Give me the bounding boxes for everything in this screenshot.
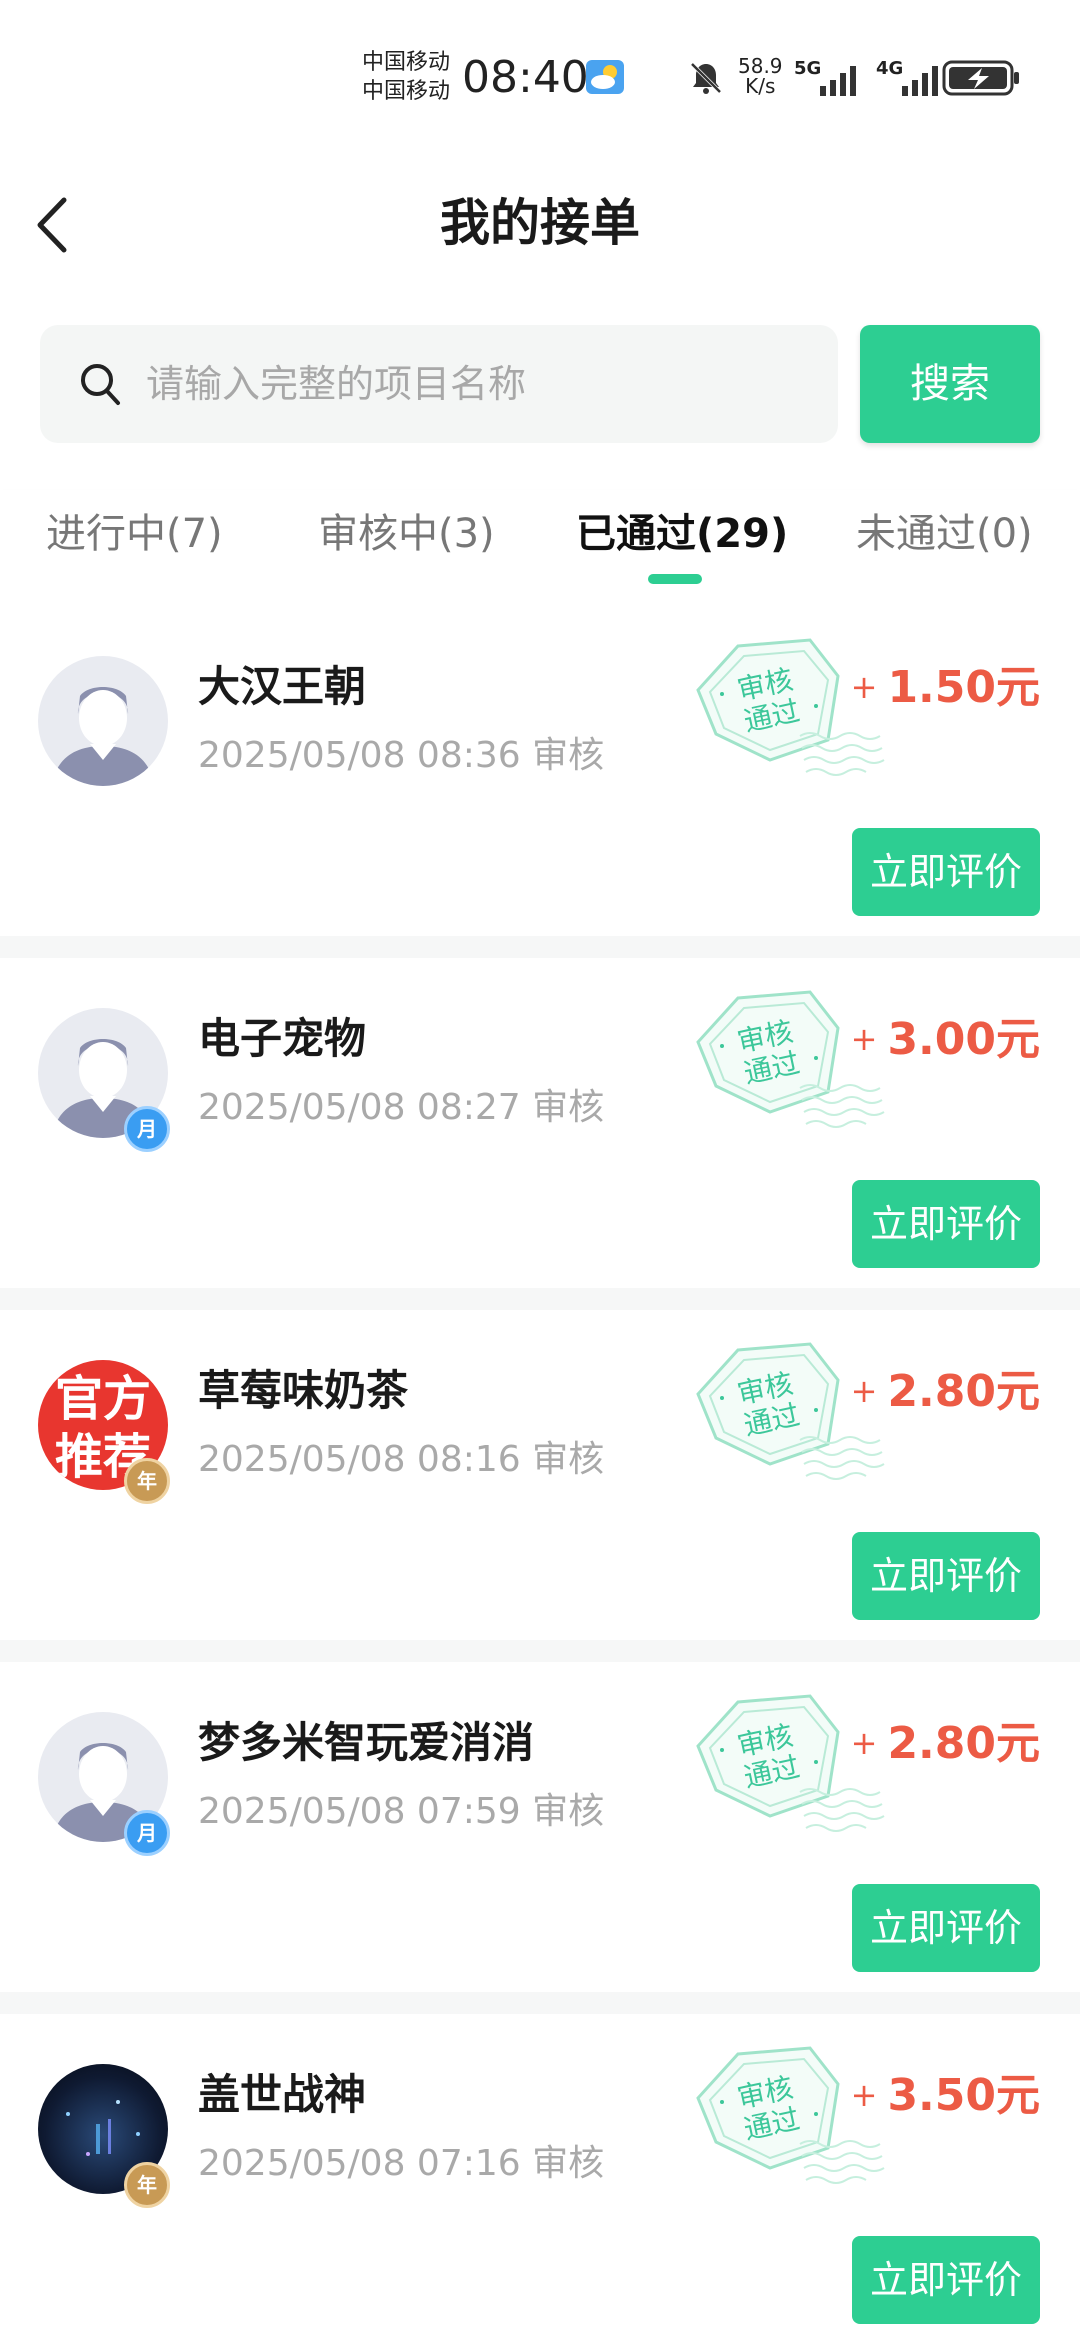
order-amount: +3.50元: [850, 2070, 1040, 2121]
carrier-2: 中国移动: [362, 79, 451, 104]
order-name: 草莓味奶茶: [198, 1366, 409, 1415]
order-amount: +2.80元: [850, 1718, 1040, 1769]
rate-now-button[interactable]: 立即评价: [852, 828, 1040, 916]
divider: [0, 1992, 1080, 2014]
page-title: 我的接单: [440, 194, 640, 252]
member-badge-icon: 月: [124, 1106, 170, 1152]
list-item[interactable]: 大汉王朝 2025/05/08 08:36 审核 审核 通过 +1.50元 立即…: [0, 606, 1080, 936]
tab-rejected[interactable]: 未通过(0): [856, 504, 1033, 564]
search-input[interactable]: 请输入完整的项目名称: [40, 325, 838, 443]
tab-bar: 进行中(7) 审核中(3) 已通过(29) 未通过(0): [0, 490, 1080, 607]
bell-off-icon: [690, 62, 722, 94]
list-item[interactable]: 官方 推荐 年 草莓味奶茶 2025/05/08 08:16 审核 审核 通过 …: [0, 1310, 1080, 1640]
signal-icon: [820, 66, 856, 96]
member-badge-icon: 月: [124, 1810, 170, 1856]
rate-now-button[interactable]: 立即评价: [852, 1884, 1040, 1972]
net-speed-value: 58.9: [738, 54, 783, 78]
divider: [0, 936, 1080, 958]
status-time: 08:40: [462, 52, 589, 103]
order-time: 2025/05/08 07:16 审核: [198, 2143, 605, 2184]
order-name: 电子宠物: [198, 1014, 367, 1063]
list-item[interactable]: 月 梦多米智玩爱消消 2025/05/08 07:59 审核 审核 通过 +2.…: [0, 1662, 1080, 1992]
tab-active-indicator: [648, 574, 702, 584]
order-time: 2025/05/08 08:16 审核: [198, 1439, 605, 1480]
search-icon: [81, 364, 120, 405]
order-amount: +3.00元: [850, 1014, 1040, 1065]
battery-charging-icon: [942, 60, 1019, 96]
rate-now-button[interactable]: 立即评价: [852, 1532, 1040, 1620]
tab-approved[interactable]: 已通过(29): [576, 504, 788, 564]
default-avatar-icon: [38, 656, 168, 786]
tab-in-progress[interactable]: 进行中(7): [46, 504, 223, 564]
order-amount: +2.80元: [850, 1366, 1040, 1417]
member-badge-icon: 年: [124, 2162, 170, 2208]
tab-reviewing[interactable]: 审核中(3): [318, 504, 495, 564]
signal-icon: [902, 66, 938, 96]
net-speed: 58.9 K/s: [738, 56, 783, 96]
rate-now-button[interactable]: 立即评价: [852, 1180, 1040, 1268]
order-name: 梦多米智玩爱消消: [198, 1718, 535, 1767]
order-name: 盖世战神: [198, 2070, 367, 2119]
order-amount: +1.50元: [850, 662, 1040, 713]
search-placeholder: 请输入完整的项目名称: [146, 362, 527, 406]
carrier-labels: 中国移动 中国移动: [362, 48, 450, 106]
rate-now-button[interactable]: 立即评价: [852, 2236, 1040, 2324]
order-name: 大汉王朝: [198, 662, 367, 711]
list-item[interactable]: 年 盖世战神 2025/05/08 07:16 审核 审核 通过 +3.50元 …: [0, 2014, 1080, 2344]
divider: [0, 1288, 1080, 1310]
order-time: 2025/05/08 07:59 审核: [198, 1791, 605, 1832]
avatar: [38, 656, 168, 786]
member-badge-icon: 年: [124, 1458, 170, 1504]
divider: [0, 1640, 1080, 1662]
status-bar: 中国移动 中国移动 08:40 58.9 K/s 5G 4G: [0, 0, 1080, 150]
order-time: 2025/05/08 08:27 审核: [198, 1087, 605, 1128]
search-button[interactable]: 搜索: [860, 325, 1040, 443]
carrier-1: 中国移动: [362, 50, 451, 75]
net-speed-unit: K/s: [745, 74, 776, 98]
order-time: 2025/05/08 08:36 审核: [198, 735, 605, 776]
list-item[interactable]: 月 电子宠物 2025/05/08 08:27 审核 审核 通过 +3.00元 …: [0, 958, 1080, 1288]
weather-cloud-sun-icon: [586, 60, 624, 94]
